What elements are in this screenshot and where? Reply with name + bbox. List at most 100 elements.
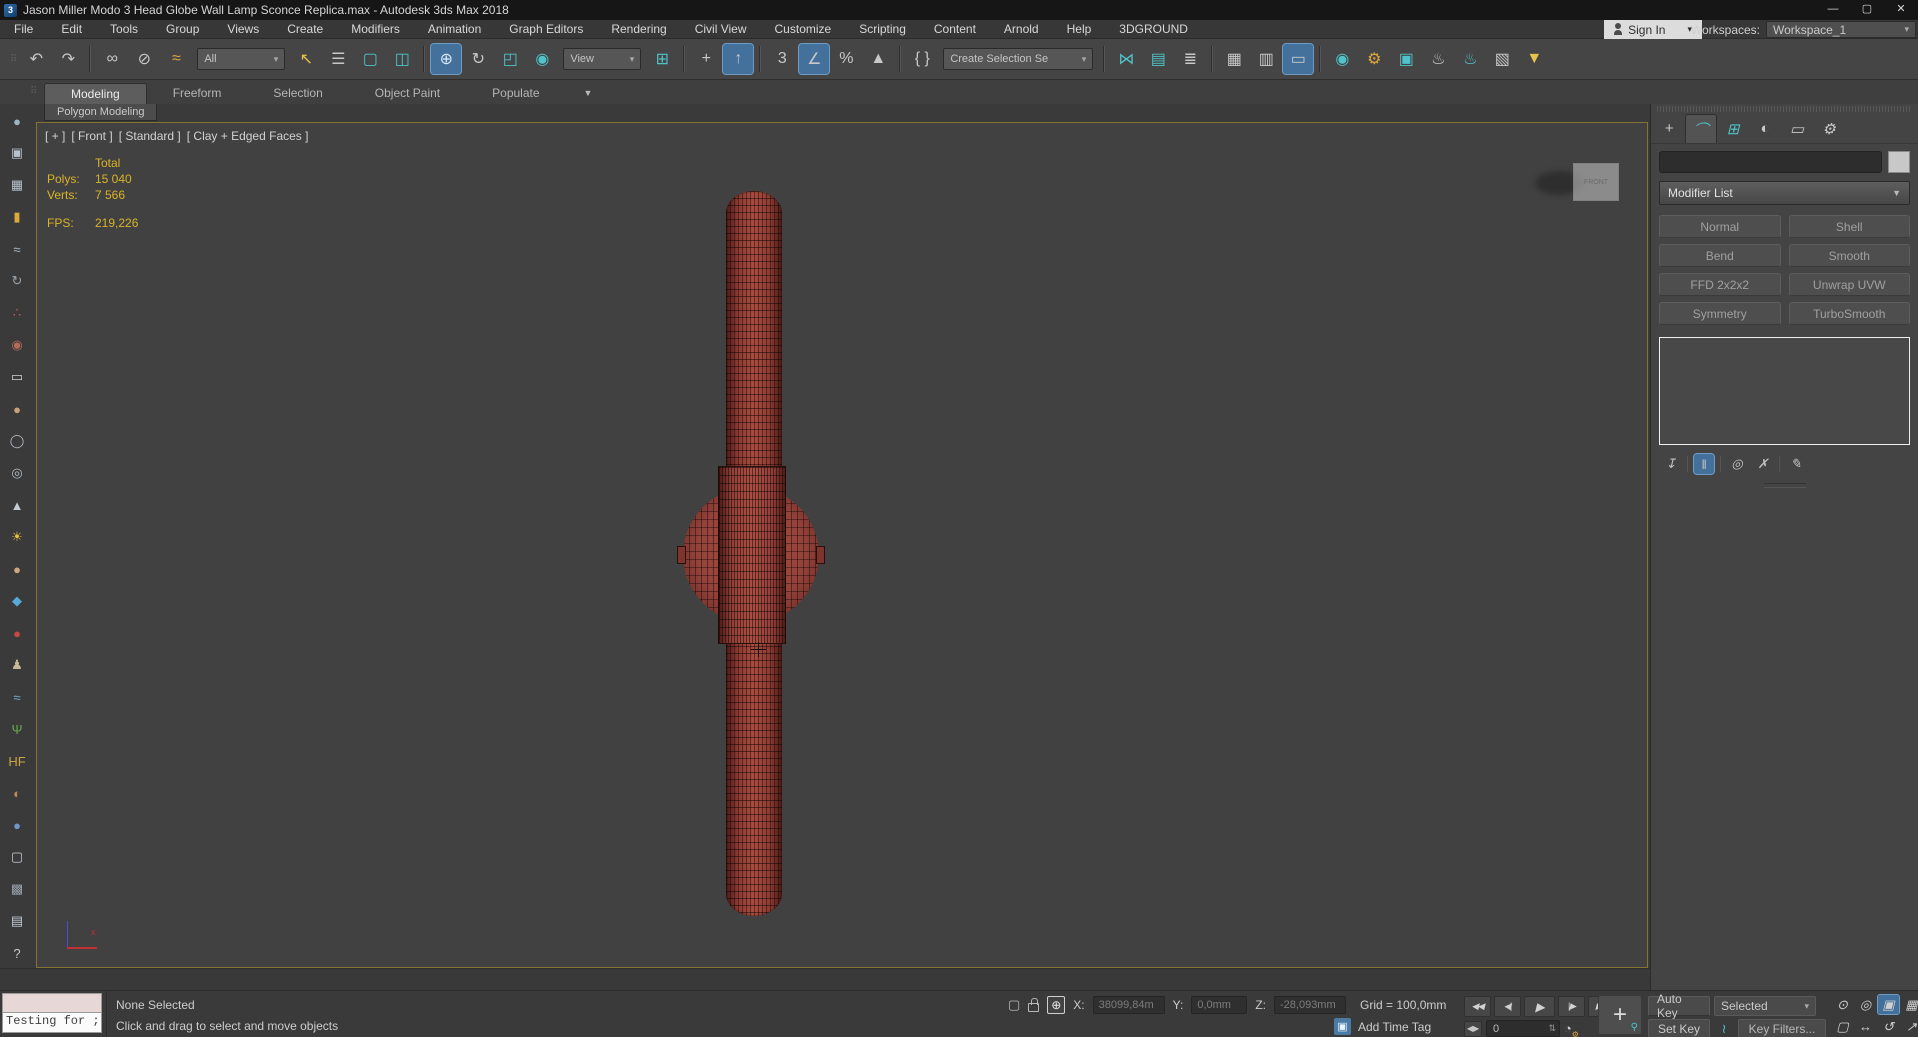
modifier-preset-button[interactable]: Smooth: [1788, 244, 1910, 267]
remove-modifier-icon[interactable]: ✗: [1753, 454, 1773, 474]
hierarchy-tab[interactable]: ⊞: [1717, 114, 1749, 143]
grass-tool-icon[interactable]: Ψ: [6, 718, 28, 740]
material-editor-icon[interactable]: ◉: [1327, 44, 1357, 74]
listener-pane[interactable]: Testing for ;: [2, 1013, 102, 1033]
curve-editor-icon[interactable]: ▦: [1219, 44, 1249, 74]
modifier-preset-button[interactable]: Shell: [1788, 215, 1910, 238]
modifier-list-dropdown[interactable]: Modifier List ▼: [1659, 181, 1910, 205]
menu-item[interactable]: Civil View: [681, 20, 761, 38]
pan-icon[interactable]: ↔: [1855, 1017, 1876, 1036]
ribbon-tab[interactable]: Populate: [466, 83, 565, 104]
region-zoom-icon[interactable]: ▢: [1832, 1017, 1853, 1036]
menu-item[interactable]: Views: [213, 20, 273, 38]
polygon-modeling-panel-tab[interactable]: Polygon Modeling: [44, 104, 158, 121]
torus-tool-icon[interactable]: ◎: [6, 462, 28, 484]
orbit-icon[interactable]: ↺: [1878, 1017, 1899, 1036]
make-unique-icon[interactable]: ◎: [1727, 454, 1747, 474]
use-pivot-point-center-icon[interactable]: ⊞: [647, 44, 677, 74]
blue-sphere-tool-icon[interactable]: ●: [6, 814, 28, 836]
create-tab[interactable]: +: [1653, 114, 1685, 143]
image-tool-icon[interactable]: ▣: [6, 142, 28, 164]
keyboard-shortcut-override-icon[interactable]: ↑: [722, 43, 755, 75]
selection-region-icon[interactable]: ▢: [1008, 997, 1020, 1013]
swatches-tool-icon[interactable]: ▩: [6, 878, 28, 900]
particles-tool-icon[interactable]: ∴: [6, 302, 28, 324]
key-filter-curve-icon[interactable]: ≀: [1714, 1019, 1734, 1037]
menu-item[interactable]: Rendering: [597, 20, 680, 38]
menu-item[interactable]: Graph Editors: [495, 20, 597, 38]
selection-set-dropdown[interactable]: Selected ▾: [1714, 996, 1816, 1016]
hf-tool-icon[interactable]: HF: [6, 750, 28, 772]
key-mode-toggle-icon[interactable]: ◀▶: [1464, 1020, 1482, 1037]
sphere-tool-icon[interactable]: ●: [6, 110, 28, 132]
viewport-label-part[interactable]: [ + ]: [45, 129, 65, 143]
select-by-name-icon[interactable]: ☰: [323, 44, 353, 74]
render-setup-icon[interactable]: ⚙: [1359, 44, 1389, 74]
close-button[interactable]: ✕: [1884, 0, 1918, 20]
app-store-icon[interactable]: ▼: [1519, 44, 1549, 74]
render-in-a360-icon[interactable]: ♨: [1455, 44, 1485, 74]
red-dot-tool-icon[interactable]: ●: [6, 622, 28, 644]
selection-filter-dropdown[interactable]: All: [197, 48, 286, 70]
sign-in-button[interactable]: Sign In ▾: [1604, 20, 1702, 39]
menu-item[interactable]: Customize: [761, 20, 846, 38]
select-and-manipulate-icon[interactable]: +: [691, 44, 721, 74]
ribbon-tab[interactable]: Object Paint: [349, 83, 466, 104]
align-icon[interactable]: ▤: [1143, 44, 1173, 74]
viewport-front[interactable]: FRONT [ + ] [ Front ] [ Standard ] [ Cla…: [36, 122, 1648, 968]
ribbon-tab[interactable]: Freeform: [147, 83, 248, 104]
snaps-toggle-icon[interactable]: 3: [767, 44, 797, 74]
edit-named-selection-sets-icon[interactable]: { }: [907, 44, 937, 74]
diamonds-tool-icon[interactable]: ◆: [6, 590, 28, 612]
menu-item[interactable]: Modifiers: [337, 20, 414, 38]
menu-item[interactable]: 3DGROUND: [1105, 20, 1202, 38]
modifier-preset-button[interactable]: Unwrap UVW: [1788, 273, 1910, 296]
sun-tool-icon[interactable]: ☀: [6, 526, 28, 548]
set-keys-button[interactable]: +: [1598, 995, 1642, 1035]
next-frame-icon[interactable]: |▶: [1558, 996, 1585, 1017]
menu-item[interactable]: Content: [920, 20, 990, 38]
minimize-button[interactable]: —: [1816, 0, 1850, 20]
help-tool-icon[interactable]: ?: [6, 942, 28, 964]
menu-item[interactable]: Create: [273, 20, 337, 38]
spinner-snap-toggle-icon[interactable]: ▲: [863, 44, 893, 74]
bind-to-space-warp-icon[interactable]: ≈: [161, 44, 191, 74]
angle-snap-toggle-icon[interactable]: ∠: [798, 43, 831, 75]
display-tab[interactable]: ▭: [1781, 114, 1813, 143]
mirror-icon[interactable]: ⋈: [1111, 44, 1141, 74]
menu-item[interactable]: Tools: [96, 20, 152, 38]
menu-item[interactable]: File: [0, 20, 47, 38]
layer-manager-icon[interactable]: ≣: [1175, 44, 1205, 74]
rendered-frame-window-icon[interactable]: ▣: [1391, 44, 1421, 74]
ribbon-tab[interactable]: Selection: [247, 83, 348, 104]
maximize-viewport-toggle-icon[interactable]: ↗: [1901, 1017, 1918, 1036]
render-production-icon[interactable]: ♨: [1423, 44, 1453, 74]
z-coord-field[interactable]: -28,093mm: [1274, 996, 1346, 1014]
menu-item[interactable]: Edit: [47, 20, 96, 38]
window-crossing-toggle-icon[interactable]: ◫: [387, 44, 417, 74]
modifier-preset-button[interactable]: Bend: [1659, 244, 1781, 267]
modifier-preset-button[interactable]: TurboSmooth: [1788, 302, 1910, 325]
select-and-place-icon[interactable]: ◉: [527, 44, 557, 74]
x-coord-field[interactable]: 38099,84m: [1092, 996, 1165, 1014]
unlink-selection-icon[interactable]: ⊘: [129, 44, 159, 74]
zoom-extents-selected-icon[interactable]: ▣: [1877, 994, 1900, 1015]
zoom-all-icon[interactable]: ◎: [1855, 995, 1876, 1014]
pin-stack-icon[interactable]: ↧: [1661, 454, 1681, 474]
grid-tool-icon[interactable]: ▦: [6, 174, 28, 196]
y-coord-field[interactable]: 0,0mm: [1191, 996, 1248, 1014]
menu-item[interactable]: Arnold: [990, 20, 1053, 38]
viewcube[interactable]: FRONT: [1573, 163, 1619, 201]
macro-recorder-pane[interactable]: [2, 993, 102, 1013]
key-filters-button[interactable]: Key Filters...: [1738, 1019, 1826, 1037]
select-and-uniform-scale-icon[interactable]: ◰: [495, 44, 525, 74]
selection-lock-icon[interactable]: [1028, 997, 1040, 1012]
ribbon-tab[interactable]: Modeling: [44, 83, 147, 104]
undo-icon[interactable]: ↶: [21, 44, 51, 74]
menu-item[interactable]: Scripting: [845, 20, 920, 38]
figure-tool-icon[interactable]: ♟: [6, 654, 28, 676]
ribbon-toggle-icon[interactable]: ▭: [1282, 43, 1315, 75]
modifier-preset-button[interactable]: Normal: [1659, 215, 1781, 238]
absolute-transform-toggle-icon[interactable]: ⊕: [1047, 996, 1066, 1014]
reference-coordinate-system-dropdown[interactable]: View: [563, 48, 642, 70]
